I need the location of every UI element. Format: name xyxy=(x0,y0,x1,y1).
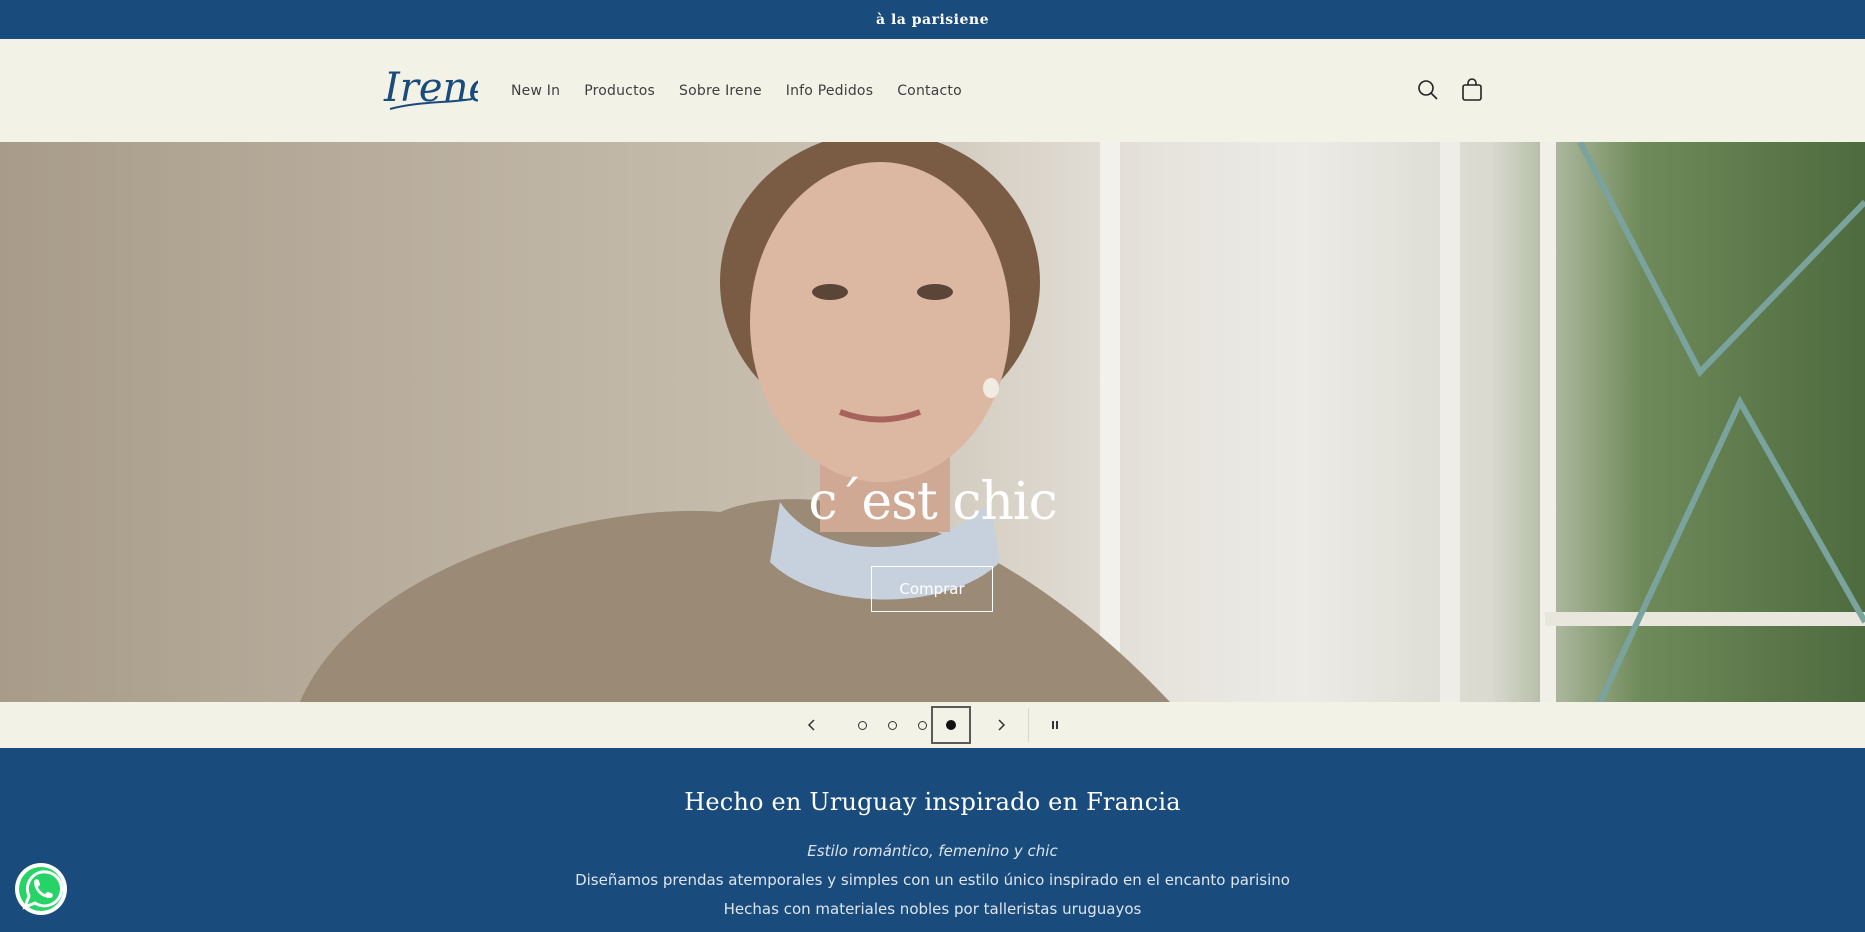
chevron-left-icon xyxy=(807,719,815,731)
cart-button[interactable] xyxy=(1457,75,1487,105)
cart-icon xyxy=(1462,78,1482,101)
brand-logo[interactable]: Irene xyxy=(380,57,492,121)
slide-dot-1-marker xyxy=(857,720,867,730)
about-line-2: Hechas con materiales nobles por talleri… xyxy=(723,900,1142,918)
nav-new-in[interactable]: New In xyxy=(511,83,560,99)
announcement-text: à la parisiene xyxy=(876,11,989,28)
nav-contacto[interactable]: Contacto xyxy=(897,83,962,99)
whatsapp-button[interactable] xyxy=(14,862,68,916)
slide-dot-1[interactable] xyxy=(852,702,872,748)
site-header: Irene New In Productos Sobre Irene Info … xyxy=(0,39,1865,142)
about-title: Hecho en Uruguay inspirado en Francia xyxy=(684,788,1181,816)
slide-dot-3[interactable] xyxy=(912,702,932,748)
nav-info-pedidos[interactable]: Info Pedidos xyxy=(786,83,873,99)
main-nav: New In Productos Sobre Irene Info Pedido… xyxy=(511,39,986,142)
slide-dot-3-marker xyxy=(917,720,927,730)
announcement-bar: à la parisiene xyxy=(0,0,1865,39)
whatsapp-icon xyxy=(15,863,67,915)
next-slide-button[interactable] xyxy=(986,702,1016,748)
slide-dot-2-marker xyxy=(887,720,897,730)
hero-slideshow: c´est chic Comprar xyxy=(0,142,1865,702)
about-tagline: Estilo romántico, femenino y chic xyxy=(807,842,1058,860)
slide-dot-2[interactable] xyxy=(882,702,902,748)
shop-button[interactable]: Comprar xyxy=(871,566,993,612)
prev-slide-button[interactable] xyxy=(797,702,827,748)
logo-text: Irene xyxy=(383,65,478,111)
hero-title: c´est chic xyxy=(808,472,1057,532)
about-section: Hecho en Uruguay inspirado en Francia Es… xyxy=(0,748,1865,932)
pause-icon xyxy=(1052,721,1058,729)
controls-divider xyxy=(1028,708,1029,742)
nav-productos[interactable]: Productos xyxy=(584,83,655,99)
logo-wordmark: Irene xyxy=(383,65,492,111)
about-line-1: Diseñamos prendas atemporales y simples … xyxy=(575,871,1290,889)
pause-button[interactable] xyxy=(1040,702,1070,748)
search-button[interactable] xyxy=(1413,75,1443,105)
slide-dot-4[interactable] xyxy=(931,706,971,744)
search-icon xyxy=(1418,80,1438,100)
slide-dot-4-marker xyxy=(946,720,956,730)
hero-image xyxy=(300,142,1865,702)
slideshow-controls xyxy=(0,702,1865,748)
nav-sobre-irene[interactable]: Sobre Irene xyxy=(679,83,762,99)
chevron-right-icon xyxy=(998,719,1006,731)
